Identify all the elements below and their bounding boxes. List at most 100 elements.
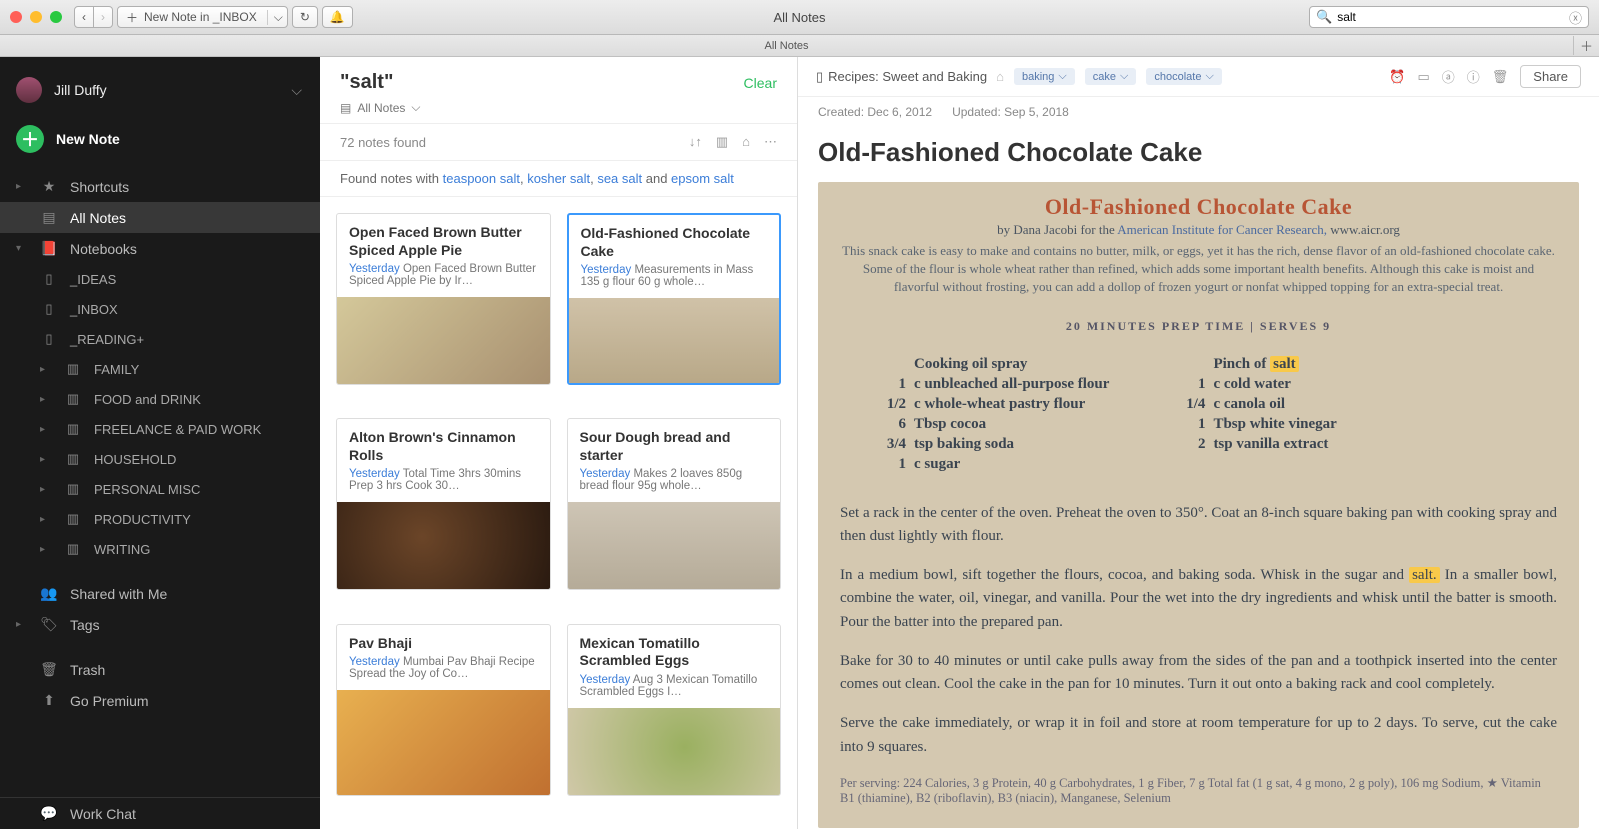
filter-button[interactable]: ⌂ bbox=[742, 134, 750, 150]
note-list-panel: "salt" Clear ▤ All Notes ⌵ 72 notes foun… bbox=[320, 57, 798, 829]
sidebar-item-family[interactable]: ▸▥FAMILY bbox=[0, 354, 320, 384]
clear-search-icon[interactable]: ⓧ bbox=[1569, 8, 1582, 27]
label: Shortcuts bbox=[70, 179, 129, 195]
app-window: ‹ › ＋ New Note in _INBOX ⌵ ↻ 🔔 All Notes… bbox=[0, 0, 1599, 829]
sidebar-item-productivity[interactable]: ▸▥PRODUCTIVITY bbox=[0, 504, 320, 534]
annotate-icon[interactable]: ⓐ bbox=[1442, 67, 1455, 86]
search-field[interactable]: 🔍 ⓧ bbox=[1309, 6, 1589, 28]
tab-all-notes[interactable]: All Notes bbox=[0, 40, 1573, 52]
note-body[interactable]: Old-Fashioned Chocolate Cake Old-Fashion… bbox=[798, 127, 1599, 829]
sidebar-item-reading[interactable]: ▯_READING+ bbox=[0, 324, 320, 354]
note-card[interactable]: Old-Fashioned Chocolate CakeYesterday Me… bbox=[567, 213, 782, 385]
note-title[interactable]: Old-Fashioned Chocolate Cake bbox=[818, 127, 1579, 182]
sidebar-all-notes[interactable]: ▤ All Notes bbox=[0, 202, 320, 233]
notebook-icon: ▯ bbox=[40, 271, 58, 287]
chevron-right-icon: ▸ bbox=[40, 364, 52, 375]
sidebar-tags[interactable]: ▸🏷Tags bbox=[0, 609, 320, 640]
sidebar-premium[interactable]: ⬆Go Premium bbox=[0, 685, 320, 716]
chevron-right-icon: ▸ bbox=[40, 544, 52, 555]
clear-search-button[interactable]: Clear bbox=[744, 75, 777, 91]
sidebar-item-ideas[interactable]: ▯_IDEAS bbox=[0, 264, 320, 294]
sidebar-item-writing[interactable]: ▸▥WRITING bbox=[0, 534, 320, 564]
label: All Notes bbox=[70, 210, 126, 226]
stack-icon: ▥ bbox=[64, 451, 82, 467]
note-card[interactable]: Open Faced Brown Butter Spiced Apple Pie… bbox=[336, 213, 551, 385]
sort-button[interactable]: ↓↑ bbox=[689, 134, 702, 150]
sidebar-item-inbox[interactable]: ▯_INBOX bbox=[0, 294, 320, 324]
chevron-down-icon: ⌵ bbox=[411, 100, 420, 115]
note-pane: ▯ Recipes: Sweet and Baking ⌂ baking⌵ ca… bbox=[798, 57, 1599, 829]
search-input[interactable] bbox=[1337, 10, 1564, 24]
sidebar-trash[interactable]: 🗑Trash bbox=[0, 654, 320, 685]
notebook-selector[interactable]: ▯ Recipes: Sweet and Baking ⌂ bbox=[816, 69, 1004, 85]
account-row[interactable]: Jill Duffy ⌵ bbox=[0, 71, 320, 121]
note-card[interactable]: Alton Brown's Cinnamon RollsYesterday To… bbox=[336, 418, 551, 590]
add-tab-button[interactable]: ＋ bbox=[1573, 36, 1599, 55]
plus-icon: ＋ bbox=[16, 125, 44, 153]
link-sea-salt[interactable]: sea salt bbox=[597, 171, 642, 186]
sidebar-item-personal[interactable]: ▸▥PERSONAL MISC bbox=[0, 474, 320, 504]
reminder-icon[interactable]: ⏰ bbox=[1389, 69, 1405, 85]
stack-icon: ▥ bbox=[64, 511, 82, 527]
share-button[interactable]: Share bbox=[1520, 65, 1581, 88]
new-note-button[interactable]: ＋ New Note bbox=[0, 121, 320, 171]
thumbnail bbox=[337, 297, 550, 384]
tag-cake[interactable]: cake⌵ bbox=[1085, 68, 1137, 85]
activity-button[interactable]: 🔔 bbox=[322, 6, 353, 28]
tag-baking[interactable]: baking⌵ bbox=[1014, 68, 1075, 85]
upgrade-icon: ⬆ bbox=[40, 692, 58, 709]
minimize-icon[interactable] bbox=[30, 11, 42, 23]
thumbnail bbox=[568, 708, 781, 795]
sidebar-notebooks[interactable]: ▾ 📕 Notebooks bbox=[0, 233, 320, 264]
link-epsom-salt[interactable]: epsom salt bbox=[671, 171, 734, 186]
recipe-prep: 20 MINUTES PREP TIME | SERVES 9 bbox=[840, 319, 1557, 334]
recipe-scan: Old-Fashioned Chocolate Cake by Dana Jac… bbox=[818, 182, 1579, 828]
new-note-label: New Note in _INBOX bbox=[144, 10, 257, 24]
search-heading: "salt" Clear bbox=[340, 71, 777, 94]
close-icon[interactable] bbox=[10, 11, 22, 23]
sync-button[interactable]: ↻ bbox=[292, 6, 318, 28]
recipe-intro: This snack cake is easy to make and cont… bbox=[840, 242, 1557, 297]
chevron-right-icon: ▸ bbox=[40, 514, 52, 525]
people-icon: 👥 bbox=[40, 585, 58, 602]
chevron-down-icon: ⌵ bbox=[1058, 70, 1066, 83]
result-count: 72 notes found bbox=[340, 135, 426, 150]
forward-button[interactable]: › bbox=[94, 6, 113, 28]
sidebar-shortcuts[interactable]: ▸ ★ Shortcuts bbox=[0, 171, 320, 202]
star-icon: ★ bbox=[40, 178, 58, 195]
link-teaspoon-salt[interactable]: teaspoon salt bbox=[443, 171, 520, 186]
nutrition: Per serving: 224 Calories, 3 g Protein, … bbox=[840, 775, 1557, 806]
stack-icon: ▥ bbox=[64, 391, 82, 407]
more-button[interactable]: ⋯ bbox=[764, 134, 777, 150]
note-card[interactable]: Mexican Tomatillo Scrambled EggsYesterda… bbox=[567, 624, 782, 796]
card-grid: Open Faced Brown Butter Spiced Apple Pie… bbox=[320, 197, 797, 829]
delete-icon[interactable]: 🗑 bbox=[1492, 69, 1509, 85]
present-icon[interactable]: ▭ bbox=[1417, 69, 1429, 85]
tag-icon: 🏷 bbox=[40, 616, 58, 633]
info-icon[interactable]: ⓘ bbox=[1467, 67, 1480, 86]
zoom-icon[interactable] bbox=[50, 11, 62, 23]
new-note-dropdown[interactable]: ＋ New Note in _INBOX ⌵ bbox=[117, 6, 288, 28]
sidebar-workchat[interactable]: 💬Work Chat bbox=[0, 798, 320, 829]
chevron-right-icon: ▸ bbox=[16, 619, 28, 630]
back-button[interactable]: ‹ bbox=[74, 6, 94, 28]
sidebar-item-household[interactable]: ▸▥HOUSEHOLD bbox=[0, 444, 320, 474]
view-toggle-button[interactable]: ▥ bbox=[716, 134, 728, 150]
titlebar: ‹ › ＋ New Note in _INBOX ⌵ ↻ 🔔 All Notes… bbox=[0, 0, 1599, 35]
notebook-icon: ▯ bbox=[40, 301, 58, 317]
nav-back-forward: ‹ › bbox=[74, 6, 117, 28]
note-card[interactable]: Pav BhajiYesterday Mumbai Pav Bhaji Reci… bbox=[336, 624, 551, 796]
sidebar-item-food[interactable]: ▸▥FOOD and DRINK bbox=[0, 384, 320, 414]
notebook-icon: 📕 bbox=[40, 240, 58, 257]
sidebar-item-freelance[interactable]: ▸▥FREELANCE & PAID WORK bbox=[0, 414, 320, 444]
tag-chocolate[interactable]: chocolate⌵ bbox=[1146, 68, 1221, 85]
highlight-salt: salt bbox=[1270, 356, 1299, 372]
related-searches: Found notes with teaspoon salt, kosher s… bbox=[320, 161, 797, 197]
note-card[interactable]: Sour Dough bread and starterYesterday Ma… bbox=[567, 418, 782, 590]
tab-bar: All Notes ＋ bbox=[0, 35, 1599, 57]
scope-selector[interactable]: ▤ All Notes ⌵ bbox=[340, 100, 777, 115]
notebook-icon: ▯ bbox=[816, 69, 823, 85]
sidebar-shared[interactable]: 👥Shared with Me bbox=[0, 578, 320, 609]
link-kosher-salt[interactable]: kosher salt bbox=[527, 171, 590, 186]
chevron-down-icon: ▾ bbox=[16, 243, 28, 254]
